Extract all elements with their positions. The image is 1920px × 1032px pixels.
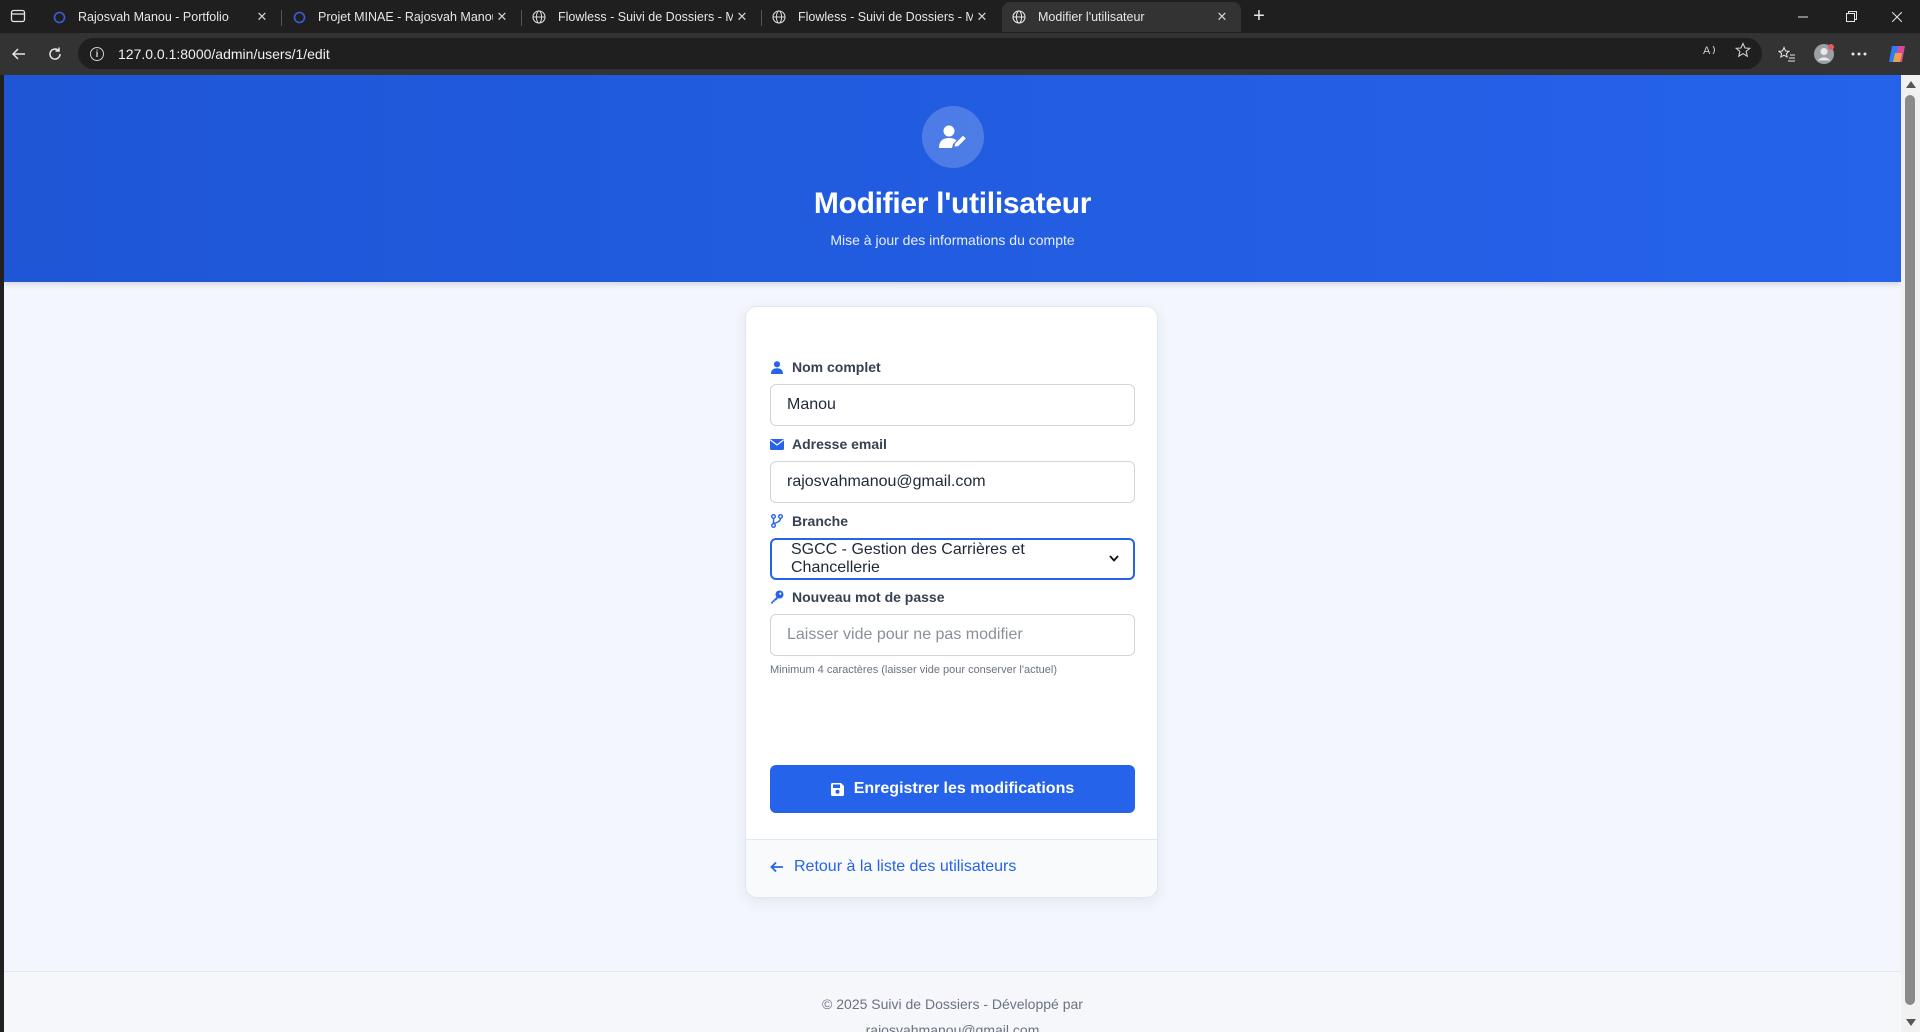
tab-title: Rajosvah Manou - Portfolio bbox=[78, 10, 229, 24]
name-input-value: Manou bbox=[787, 396, 836, 413]
globe-icon bbox=[772, 10, 786, 24]
name-label: Nom complet bbox=[770, 359, 881, 375]
circle-favicon-icon bbox=[292, 10, 306, 24]
minimize-icon[interactable] bbox=[1780, 0, 1826, 33]
more-options-icon[interactable] bbox=[1848, 43, 1870, 65]
branch-label-text: Branche bbox=[792, 513, 849, 529]
footer-copyright: © 2025 Suivi de Dossiers - Développé par bbox=[822, 996, 1083, 1012]
url-bar[interactable]: i 127.0.0.1:8000/admin/users/1/edit bbox=[78, 38, 1762, 69]
svg-text:A: A bbox=[1703, 45, 1711, 57]
circle-favicon-icon bbox=[52, 10, 66, 24]
code-branch-icon bbox=[770, 514, 784, 528]
scroll-up-icon[interactable] bbox=[1906, 81, 1916, 88]
close-tab-icon[interactable]: ✕ bbox=[733, 8, 751, 26]
page-viewport: Modifier l'utilisateur Mise à jour des i… bbox=[4, 75, 1901, 1032]
scroll-down-icon[interactable] bbox=[1906, 1019, 1916, 1026]
close-tab-icon[interactable]: ✕ bbox=[973, 8, 991, 26]
key-icon bbox=[770, 590, 784, 604]
password-label-text: Nouveau mot de passe bbox=[792, 589, 945, 605]
tab-title: Flowless - Suivi de Dossiers - MINAE bbox=[558, 10, 733, 24]
browser-tab[interactable]: Rajosvah Manou - Portfolio ✕ bbox=[42, 2, 282, 32]
browser-tab[interactable]: Flowless - Suivi de Dossiers - MINAE ✕ bbox=[522, 2, 762, 32]
edit-user-form: Nom complet Manou Adresse email rajosvah… bbox=[745, 306, 1158, 898]
browser-address-bar: i 127.0.0.1:8000/admin/users/1/edit A bbox=[0, 33, 1920, 75]
profile-avatar-icon[interactable] bbox=[1813, 43, 1835, 65]
refresh-icon[interactable] bbox=[44, 43, 66, 65]
globe-icon bbox=[1012, 10, 1026, 24]
arrow-left-icon bbox=[770, 861, 784, 873]
new-tab-icon[interactable]: + bbox=[1247, 5, 1271, 29]
close-tab-icon[interactable]: ✕ bbox=[493, 8, 511, 26]
page-scrollbar[interactable] bbox=[1901, 75, 1920, 1032]
email-label-text: Adresse email bbox=[792, 436, 887, 452]
tab-actions-icon[interactable] bbox=[10, 8, 26, 24]
close-tab-icon[interactable]: ✕ bbox=[253, 8, 271, 26]
scrollbar-thumb[interactable] bbox=[1905, 95, 1915, 1005]
tab-title: Flowless - Suivi de Dossiers - MINAE bbox=[798, 10, 973, 24]
page-subtitle: Mise à jour des informations du compte bbox=[830, 232, 1075, 248]
password-label: Nouveau mot de passe bbox=[770, 589, 945, 605]
browser-tab[interactable]: Projet MINAE - Rajosvah Manou ✕ bbox=[282, 2, 522, 32]
tab-title: Modifier l'utilisateur bbox=[1038, 10, 1145, 24]
favorite-star-icon[interactable] bbox=[1734, 41, 1752, 59]
save-button-label: Enregistrer les modifications bbox=[853, 780, 1075, 797]
save-button[interactable]: Enregistrer les modifications bbox=[770, 765, 1135, 813]
site-info-icon[interactable]: i bbox=[90, 46, 104, 61]
chevron-down-icon bbox=[1109, 553, 1119, 565]
envelope-icon bbox=[770, 437, 784, 451]
password-placeholder: Laisser vide pour ne pas modifier bbox=[787, 626, 1023, 643]
email-input[interactable]: rajosvahmanou@gmail.com bbox=[770, 461, 1135, 503]
back-to-users-link[interactable]: Retour à la liste des utilisateurs bbox=[770, 858, 1016, 876]
email-label: Adresse email bbox=[770, 436, 887, 452]
page-header: Modifier l'utilisateur Mise à jour des i… bbox=[4, 75, 1901, 282]
browser-tab-bar: Rajosvah Manou - Portfolio ✕ Projet MINA… bbox=[0, 0, 1920, 33]
back-link-text: Retour à la liste des utilisateurs bbox=[794, 858, 1017, 875]
read-aloud-icon[interactable]: A bbox=[1702, 41, 1720, 59]
close-window-icon[interactable] bbox=[1874, 0, 1920, 33]
tab-title: Projet MINAE - Rajosvah Manou bbox=[318, 10, 493, 24]
user-edit-icon bbox=[922, 106, 984, 168]
branch-select-value: SGCC - Gestion des Carrières et Chancell… bbox=[791, 541, 1025, 576]
footer-email: rajosvahmanou@gmail.com bbox=[865, 1022, 1040, 1032]
page-footer: © 2025 Suivi de Dossiers - Développé par… bbox=[4, 971, 1901, 1032]
close-tab-icon[interactable]: ✕ bbox=[1213, 8, 1231, 26]
copilot-icon[interactable] bbox=[1886, 43, 1908, 65]
browser-tab[interactable]: Flowless - Suivi de Dossiers - MINAE ✕ bbox=[762, 2, 1001, 32]
user-icon bbox=[770, 360, 784, 374]
restore-icon[interactable] bbox=[1828, 0, 1874, 33]
branch-label: Branche bbox=[770, 513, 848, 529]
page-title: Modifier l'utilisateur bbox=[813, 187, 1092, 220]
password-input[interactable]: Laisser vide pour ne pas modifier bbox=[770, 614, 1135, 656]
password-hint: Minimum 4 caractères (laisser vide pour … bbox=[770, 664, 1057, 676]
globe-icon bbox=[532, 10, 546, 24]
name-input[interactable]: Manou bbox=[770, 384, 1135, 426]
name-label-text: Nom complet bbox=[792, 359, 881, 375]
url-text: 127.0.0.1:8000/admin/users/1/edit bbox=[118, 45, 330, 62]
favorites-list-icon[interactable] bbox=[1776, 43, 1798, 65]
floppy-disk-icon bbox=[830, 782, 844, 796]
card-footer: Retour à la liste des utilisateurs bbox=[746, 839, 1157, 897]
branch-select[interactable]: SGCC - Gestion des Carrières et Chancell… bbox=[770, 538, 1135, 580]
email-input-value: rajosvahmanou@gmail.com bbox=[787, 473, 986, 490]
back-arrow-icon[interactable] bbox=[8, 43, 30, 65]
browser-tab-active[interactable]: Modifier l'utilisateur ✕ bbox=[1002, 2, 1241, 32]
